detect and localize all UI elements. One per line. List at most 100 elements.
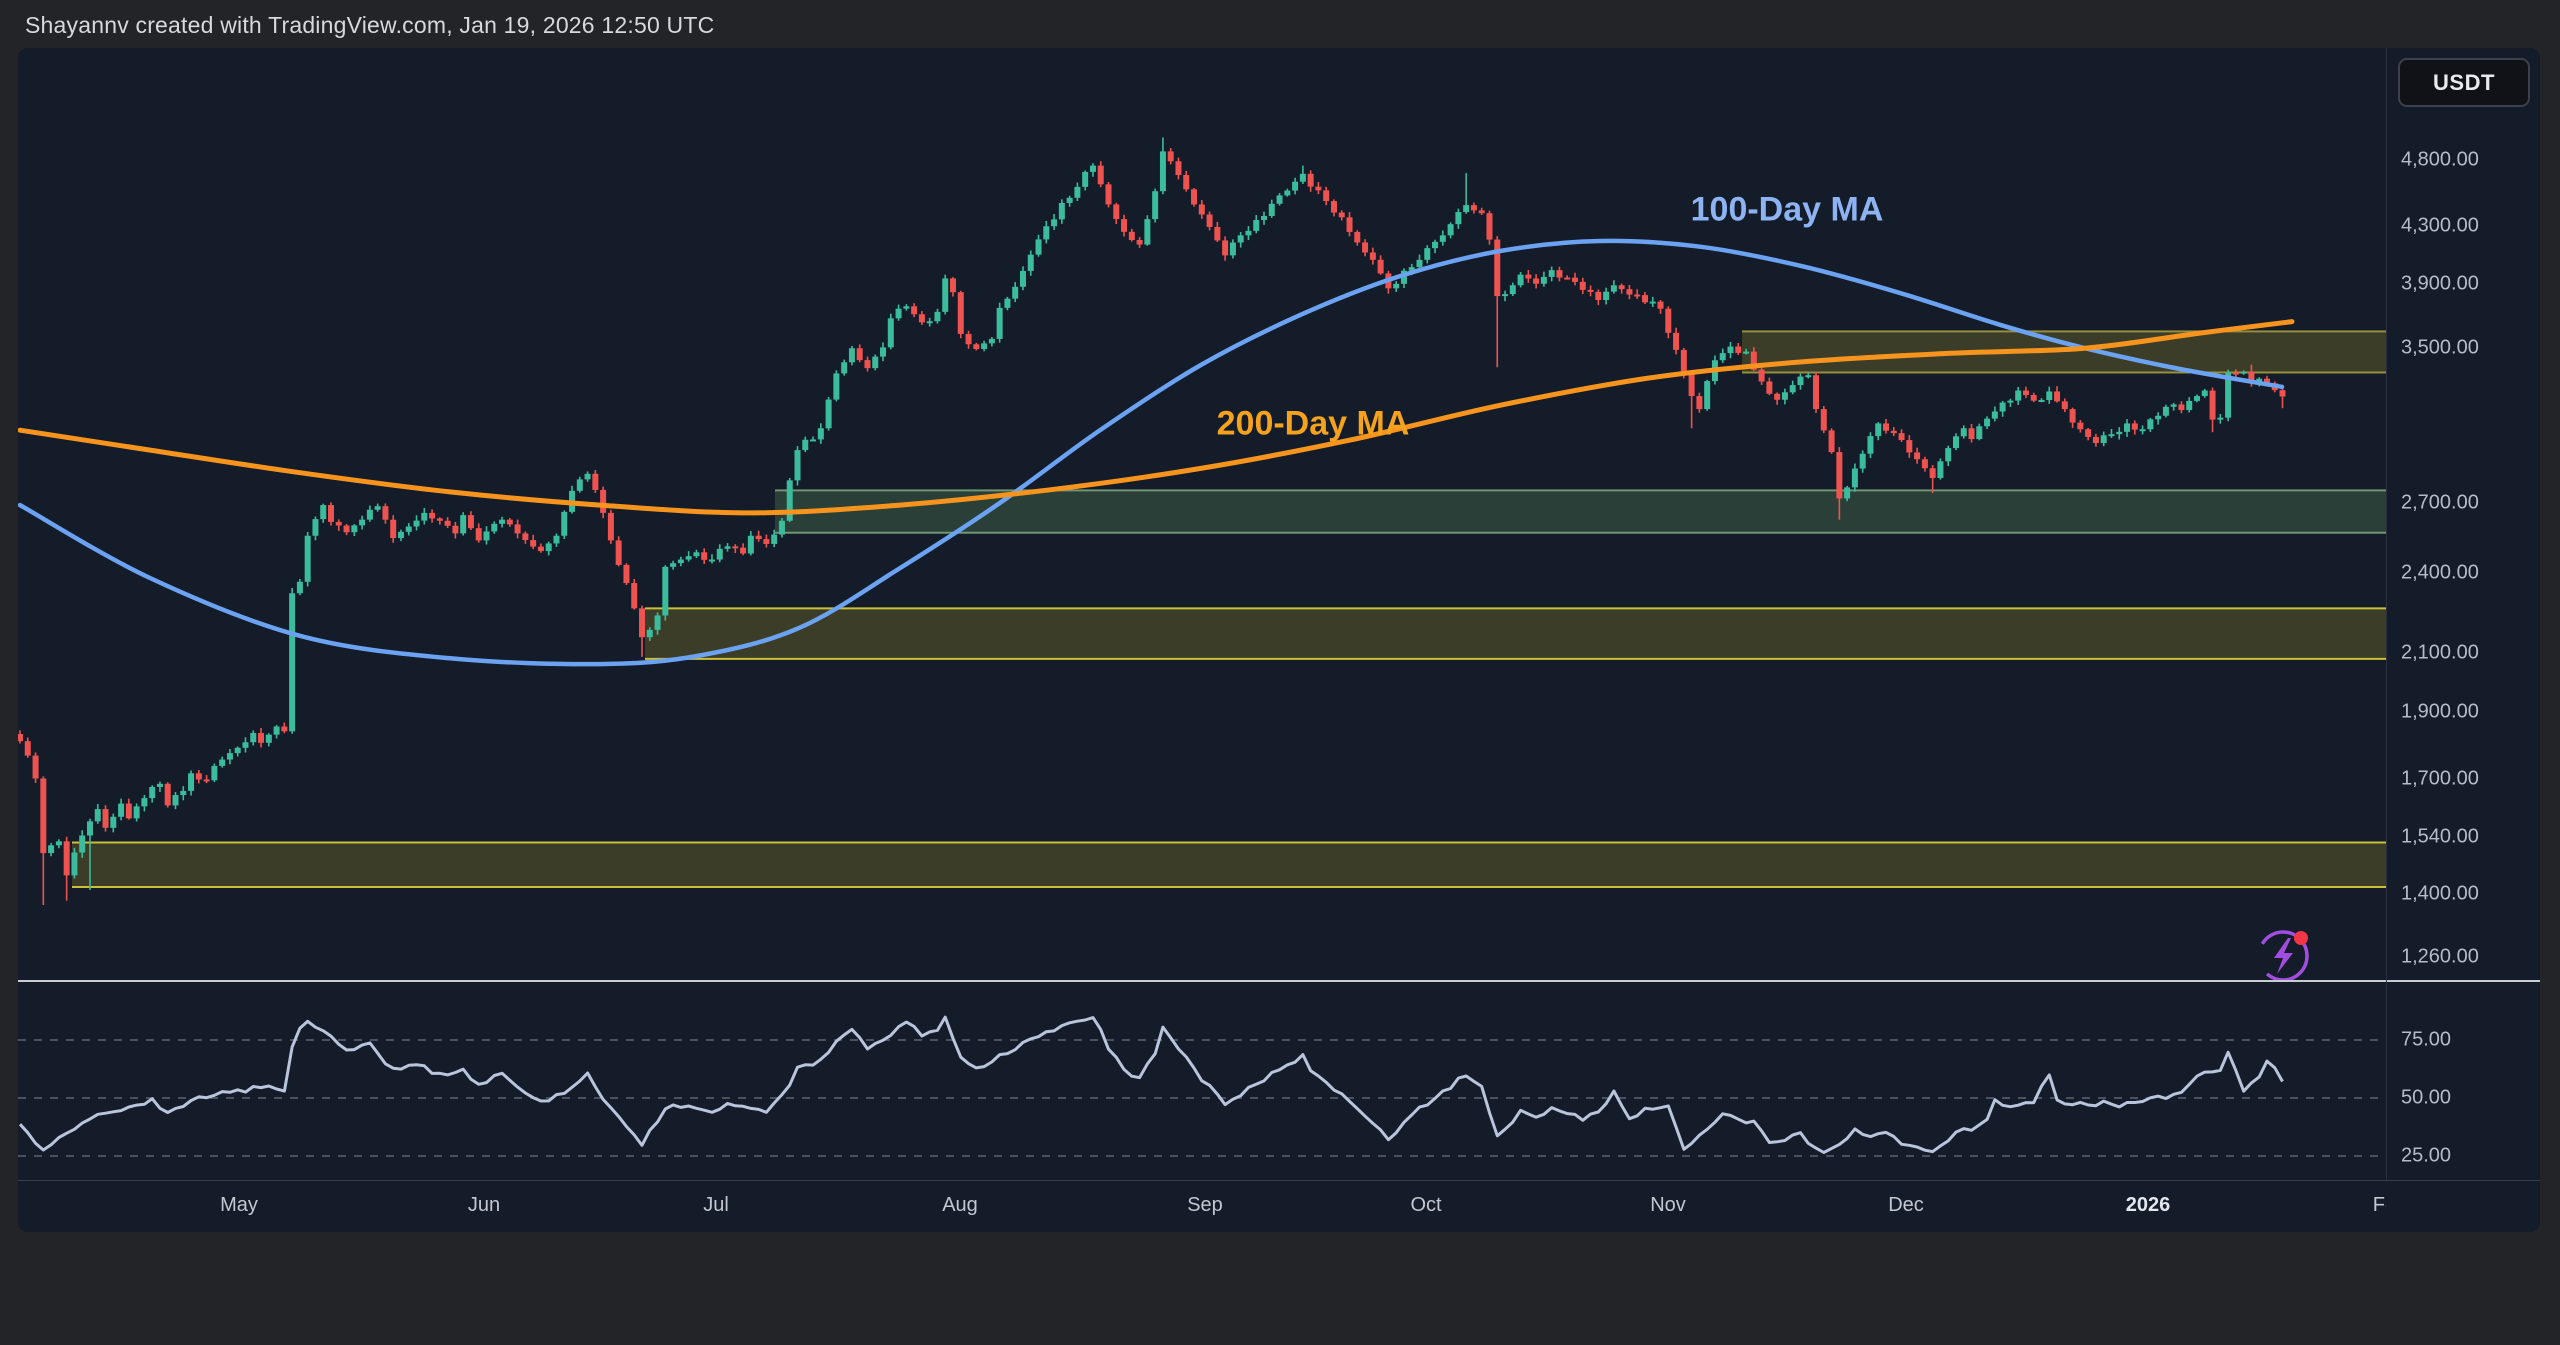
candle <box>857 344 863 362</box>
candle <box>1036 235 1042 257</box>
candle <box>1735 343 1741 355</box>
price-axis-label: 2,700.00 <box>2401 491 2479 514</box>
candle <box>1867 432 1873 458</box>
candle <box>2000 401 2006 417</box>
price-axis-label: 1,260.00 <box>2401 946 2479 969</box>
candle <box>320 504 326 523</box>
candle <box>795 446 801 485</box>
candle <box>1020 266 1026 290</box>
candle <box>1510 283 1516 296</box>
candle <box>1642 292 1648 304</box>
candle <box>2085 428 2091 440</box>
support-2570-2760 <box>775 490 2386 532</box>
candle <box>538 544 544 553</box>
candle <box>235 746 241 756</box>
candle <box>1556 267 1562 282</box>
candle <box>1463 173 1469 214</box>
candle <box>289 588 295 734</box>
candle <box>328 502 334 525</box>
candle <box>1821 406 1827 433</box>
candle <box>1603 288 1609 305</box>
candle <box>134 804 140 822</box>
candle <box>1222 236 1228 260</box>
candle <box>787 478 793 522</box>
candle <box>841 360 847 376</box>
candle <box>1937 458 1943 479</box>
candle <box>600 487 606 519</box>
price-axis-label: 1,400.00 <box>2401 883 2479 906</box>
candle <box>1564 275 1570 279</box>
candle <box>561 510 567 539</box>
candle <box>398 530 404 541</box>
candle <box>188 771 194 796</box>
candle <box>1277 193 1283 205</box>
candle <box>211 763 217 782</box>
candle <box>1479 208 1485 215</box>
candle <box>1696 393 1702 413</box>
support-1400-1530 <box>72 842 2386 887</box>
candle <box>2178 401 2184 413</box>
candle <box>1432 240 1438 253</box>
candle <box>1619 284 1625 294</box>
candle <box>2077 420 2083 433</box>
candle <box>2093 434 2099 447</box>
candle <box>1533 274 1539 288</box>
candle <box>1245 226 1251 240</box>
candle <box>507 518 513 527</box>
candle <box>2140 425 2146 434</box>
candle <box>1914 448 1920 464</box>
candle <box>1308 170 1314 192</box>
candle <box>1012 282 1018 302</box>
candle <box>709 554 715 563</box>
candle <box>678 557 684 567</box>
main-chart-pane[interactable] <box>17 137 2386 904</box>
candle <box>1922 457 1928 472</box>
candle <box>515 520 521 539</box>
candle <box>1043 221 1049 244</box>
footer: TradingView <box>0 1232 2560 1345</box>
flash-alert-button[interactable] <box>2259 931 2308 980</box>
candle <box>312 517 318 541</box>
candle <box>2070 408 2076 428</box>
candle <box>1106 182 1112 207</box>
candle <box>577 477 583 493</box>
candle <box>911 303 917 317</box>
candle <box>1852 464 1858 492</box>
candle <box>1759 368 1765 385</box>
candle <box>1191 188 1197 207</box>
currency-toggle-button[interactable]: USDT <box>2398 58 2530 107</box>
candle <box>414 515 420 530</box>
candle <box>896 305 902 321</box>
rsi-pane[interactable] <box>18 1017 2386 1156</box>
price-axis-label: 2,100.00 <box>2401 641 2479 664</box>
candle <box>1370 248 1376 265</box>
candle <box>173 792 179 809</box>
candle <box>1984 416 1990 429</box>
candle <box>305 532 311 587</box>
candle <box>1525 270 1531 283</box>
candle <box>2031 393 2037 402</box>
candle <box>989 337 995 346</box>
pane-separator[interactable] <box>18 980 2540 982</box>
chart-canvas[interactable] <box>0 0 2560 1345</box>
candle <box>826 397 832 431</box>
candle <box>1129 229 1135 242</box>
candle <box>437 517 443 524</box>
time-axis-label-2026: 2026 <box>2126 1194 2171 1217</box>
candle <box>981 341 987 352</box>
candle <box>95 804 101 824</box>
candle <box>1152 189 1158 223</box>
candle <box>281 723 287 734</box>
ma100-annotation: 100-Day MA <box>1691 191 1884 230</box>
candle <box>491 521 497 534</box>
candle <box>1875 422 1881 440</box>
price-axis[interactable]: 3,227.90 11:09:06 4,800.004,300.003,900.… <box>2387 48 2540 1180</box>
price-axis-label: 4,300.00 <box>2401 214 2479 237</box>
candle <box>33 752 39 783</box>
candle <box>297 579 303 595</box>
time-axis[interactable]: MayJunJulAugSepOctNovDec2026Feb <box>18 1186 2386 1230</box>
candle <box>2101 432 2107 447</box>
candle <box>927 318 933 327</box>
time-axis-label-jun: Jun <box>468 1194 500 1217</box>
candle <box>1961 425 1967 438</box>
